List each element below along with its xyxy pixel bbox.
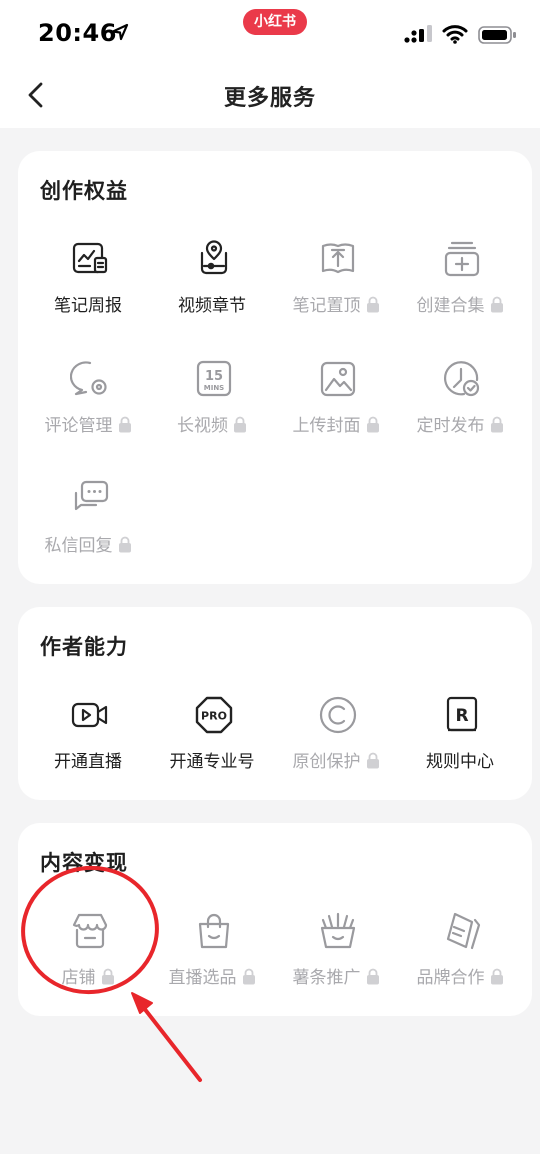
annotation-highlight [21,865,202,1082]
pointer-arrow [138,1001,202,1082]
highlight-circle [21,865,159,995]
